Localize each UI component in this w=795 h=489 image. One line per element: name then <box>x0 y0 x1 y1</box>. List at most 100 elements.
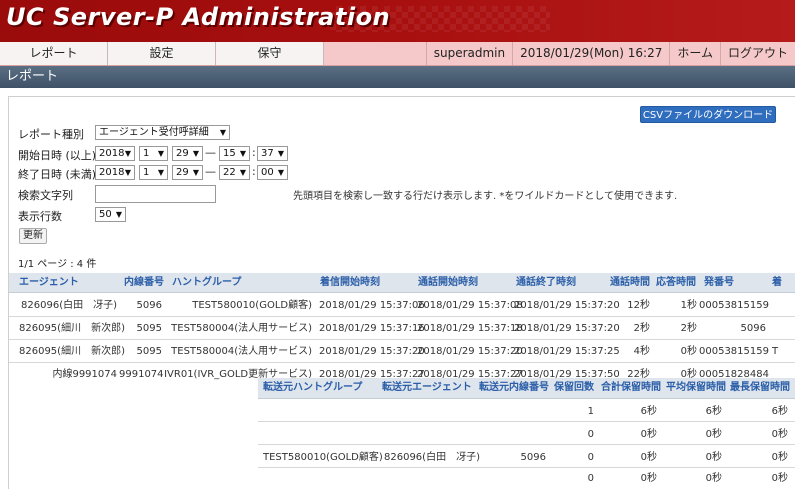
cell-agent: 826095(細川 新次郎) <box>19 323 125 334</box>
update-button[interactable]: 更新 <box>19 228 47 244</box>
col-transfer-hunt-group[interactable]: 転送元ハントグループ <box>263 378 362 398</box>
end-hour-value: 22 <box>223 167 236 178</box>
cell-hold-count: 0 <box>587 452 594 463</box>
col-talk-end[interactable]: 通話終了時刻 <box>516 273 576 293</box>
tab-maintenance[interactable]: 保守 <box>216 42 324 65</box>
end-year-select[interactable]: 2018 ▼ <box>95 165 135 180</box>
end-hour-select[interactable]: 22 ▼ <box>219 165 250 180</box>
table-row: 826095(細川 新次郎) 5095 TEST580004(法人用サービス) … <box>9 317 795 340</box>
table-header: エージェント 内線番号 ハントグループ 着信開始時刻 通話開始時刻 通話終了時刻… <box>9 273 795 293</box>
page-info: 1/1 ページ : 4 件 <box>18 259 97 270</box>
cell-caller-number: 5096 <box>740 323 766 334</box>
cell-total-hold-time: 0秒 <box>640 473 657 484</box>
overlay-row: TEST580010(GOLD顧客) 826096(白田 冴子) 5096 0 … <box>258 446 795 468</box>
col-total-hold-time[interactable]: 合計保留時間 <box>601 378 661 398</box>
end-month-value: 1 <box>143 167 150 178</box>
start-minute-select[interactable]: 37 ▼ <box>257 146 288 161</box>
report-type-label: レポート種別 <box>18 128 84 141</box>
col-max-hold-time[interactable]: 最長保留時間 <box>730 378 790 398</box>
cell-total-hold-time: 6秒 <box>640 406 657 417</box>
end-colon: : <box>252 165 256 178</box>
header-banner: UC Server-P Administration <box>0 0 795 42</box>
cell-hunt-group: TEST580004(法人用サービス) <box>171 346 312 357</box>
col-transfer-agent[interactable]: 転送元エージェント <box>382 378 472 398</box>
col-callee[interactable]: 着 <box>772 273 782 293</box>
search-label: 検索文字列 <box>18 189 73 202</box>
cell-total-hold-time: 0秒 <box>640 429 657 440</box>
cell-extension: 5095 <box>136 346 162 357</box>
chevron-down-icon: ▼ <box>115 210 122 219</box>
start-dash: — <box>205 146 216 159</box>
csv-download-button[interactable]: CSVファイルのダウンロード <box>640 106 776 123</box>
cell-ring-start: 2018/01/29 15:37:20 <box>319 346 425 357</box>
search-input[interactable] <box>95 185 216 203</box>
tab-report[interactable]: レポート <box>0 42 108 65</box>
cell-extension: 5096 <box>136 300 162 311</box>
start-day-select[interactable]: 29 ▼ <box>172 146 203 161</box>
cell-talk-time: 2秒 <box>633 323 650 334</box>
chevron-down-icon: ▼ <box>219 128 226 137</box>
cell-callee: T <box>772 346 779 357</box>
start-month-value: 1 <box>143 148 150 159</box>
chevron-down-icon: ▼ <box>277 149 284 158</box>
col-transfer-extension[interactable]: 転送元内線番号 <box>479 378 549 398</box>
col-extension[interactable]: 内線番号 <box>124 273 164 293</box>
col-talk-start[interactable]: 通話開始時刻 <box>418 273 478 293</box>
cell-transfer-hunt-group: TEST580010(GOLD顧客) <box>263 452 383 463</box>
chevron-down-icon: ▼ <box>192 168 199 177</box>
cell-max-hold-time: 0秒 <box>771 429 788 440</box>
cell-ring-start: 2018/01/29 15:37:06 <box>319 300 425 311</box>
cell-agent: 826096(白田 冴子) <box>21 300 117 311</box>
rows-value: 50 <box>99 209 112 220</box>
search-hint: 先頭項目を検索し一致する行だけ表示します. *をワイルドカードとして使用できます… <box>293 191 678 202</box>
start-month-select[interactable]: 1 ▼ <box>139 146 168 161</box>
cell-transfer-agent: 826096(白田 冴子) <box>384 452 480 463</box>
col-avg-hold-time[interactable]: 平均保留時間 <box>666 378 726 398</box>
end-day-select[interactable]: 29 ▼ <box>172 165 203 180</box>
cell-avg-hold-time: 0秒 <box>705 452 722 463</box>
cell-extension: 9991074 <box>119 369 164 380</box>
cell-talk-end: 2018/01/29 15:37:25 <box>514 346 620 357</box>
cell-avg-hold-time: 0秒 <box>705 429 722 440</box>
cell-caller-number: 00053815159 <box>699 346 769 357</box>
overlay-row: 0 0秒 0秒 0秒 <box>258 468 795 489</box>
cell-transfer-extension: 5096 <box>520 452 546 463</box>
cell-ring-start: 2018/01/29 15:37:16 <box>319 323 425 334</box>
chevron-down-icon: ▼ <box>124 149 131 158</box>
logout-link[interactable]: ログアウト <box>719 42 795 65</box>
cell-hold-count: 0 <box>587 429 594 440</box>
col-ring-start[interactable]: 着信開始時刻 <box>320 273 380 293</box>
overlay-table-header: 転送元ハントグループ 転送元エージェント 転送元内線番号 保留回数 合計保留時間… <box>258 378 795 399</box>
report-type-select[interactable]: エージェント受付呼詳細 ▼ <box>95 125 230 140</box>
cell-max-hold-time: 6秒 <box>771 406 788 417</box>
chevron-down-icon: ▼ <box>239 149 246 158</box>
col-hold-count[interactable]: 保留回数 <box>554 378 594 398</box>
cell-answer-time: 2秒 <box>680 323 697 334</box>
start-minute-value: 37 <box>261 148 274 159</box>
chevron-down-icon: ▼ <box>157 149 164 158</box>
cell-hunt-group: TEST580010(GOLD顧客) <box>192 300 312 311</box>
start-hour-select[interactable]: 15 ▼ <box>219 146 250 161</box>
menu-bar: レポート 設定 保守 superadmin 2018/01/29(Mon) 16… <box>0 42 795 66</box>
rows-select[interactable]: 50 ▼ <box>95 207 126 222</box>
start-year-select[interactable]: 2018 ▼ <box>95 146 135 161</box>
app-title: UC Server-P Administration <box>6 3 391 31</box>
col-hunt-group[interactable]: ハントグループ <box>172 273 241 293</box>
col-answer-time[interactable]: 応答時間 <box>656 273 696 293</box>
start-datetime-label: 開始日時 (以上) <box>18 149 97 162</box>
end-month-select[interactable]: 1 ▼ <box>139 165 168 180</box>
col-caller-number[interactable]: 発番号 <box>704 273 734 293</box>
home-link[interactable]: ホーム <box>669 42 720 65</box>
start-colon: : <box>252 146 256 159</box>
col-talk-time[interactable]: 通話時間 <box>610 273 650 293</box>
report-type-value: エージェント受付呼詳細 <box>99 127 209 138</box>
col-agent[interactable]: エージェント <box>19 273 79 293</box>
tab-settings[interactable]: 設定 <box>108 42 216 65</box>
cell-total-hold-time: 0秒 <box>640 452 657 463</box>
cell-max-hold-time: 0秒 <box>771 452 788 463</box>
table-row: 826096(白田 冴子) 5096 TEST580010(GOLD顧客) 20… <box>9 294 795 317</box>
current-user: superadmin <box>425 42 512 65</box>
chevron-down-icon: ▼ <box>277 168 284 177</box>
end-minute-select[interactable]: 00 ▼ <box>257 165 288 180</box>
cell-talk-time: 12秒 <box>627 300 650 311</box>
